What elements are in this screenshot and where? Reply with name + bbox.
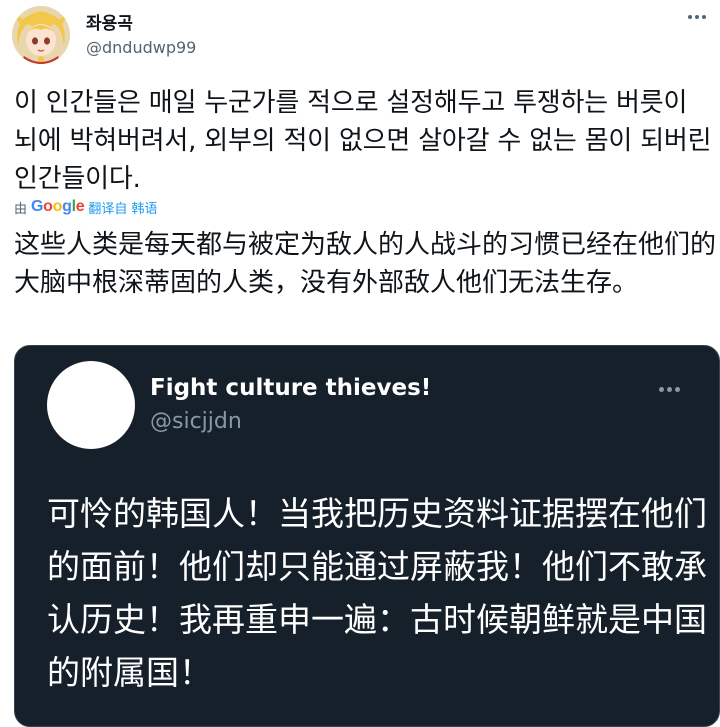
dot <box>658 386 664 392</box>
quoted-author-name[interactable]: Fight culture thieves! <box>150 375 431 401</box>
translation-attribution: 由 Google 翻译自 韩语 <box>14 196 158 218</box>
dot <box>695 15 699 19</box>
google-logo-icon: Google <box>31 198 85 215</box>
tweet-text: 이 인간들은 매일 누군가를 적으로 설정해두고 투쟁하는 버릇이 뇌에 박혀버… <box>14 88 712 194</box>
dot <box>702 15 706 19</box>
author-handle[interactable]: @dndudwp99 <box>86 38 196 57</box>
more-options-icon[interactable] <box>682 6 712 28</box>
translated-by-label: 由 <box>14 201 28 217</box>
anime-avatar-icon[interactable] <box>12 6 70 64</box>
translated-from-korean-link[interactable]: 翻译自 韩语 <box>88 198 157 217</box>
translated-text: 这些人类是每天都与被定为敌人的人战斗的习惯已经在他们的大脑中根深蒂固的人类，没有… <box>14 230 717 298</box>
tweet: 좌용곡 @dndudwp99 이 인간들은 매일 누군가를 적으로 설정해두고 … <box>0 0 720 727</box>
dot <box>688 15 692 19</box>
quoted-author-avatar[interactable] <box>47 361 135 449</box>
quoted-tweet-text: 可怜的韩国人！当我把历史资料证据摆在他们的面前！他们却只能通过屏蔽我！他们不敢承… <box>47 494 707 692</box>
dot <box>666 386 672 392</box>
quoted-author-handle[interactable]: @sicjjdn <box>150 409 242 434</box>
dot <box>674 386 680 392</box>
author-display-name[interactable]: 좌용곡 <box>86 9 133 34</box>
quoted-more-options-icon[interactable] <box>651 379 687 399</box>
quoted-tweet-card[interactable]: Fight culture thieves! @sicjjdn 可怜的韩国人！当… <box>14 345 720 727</box>
